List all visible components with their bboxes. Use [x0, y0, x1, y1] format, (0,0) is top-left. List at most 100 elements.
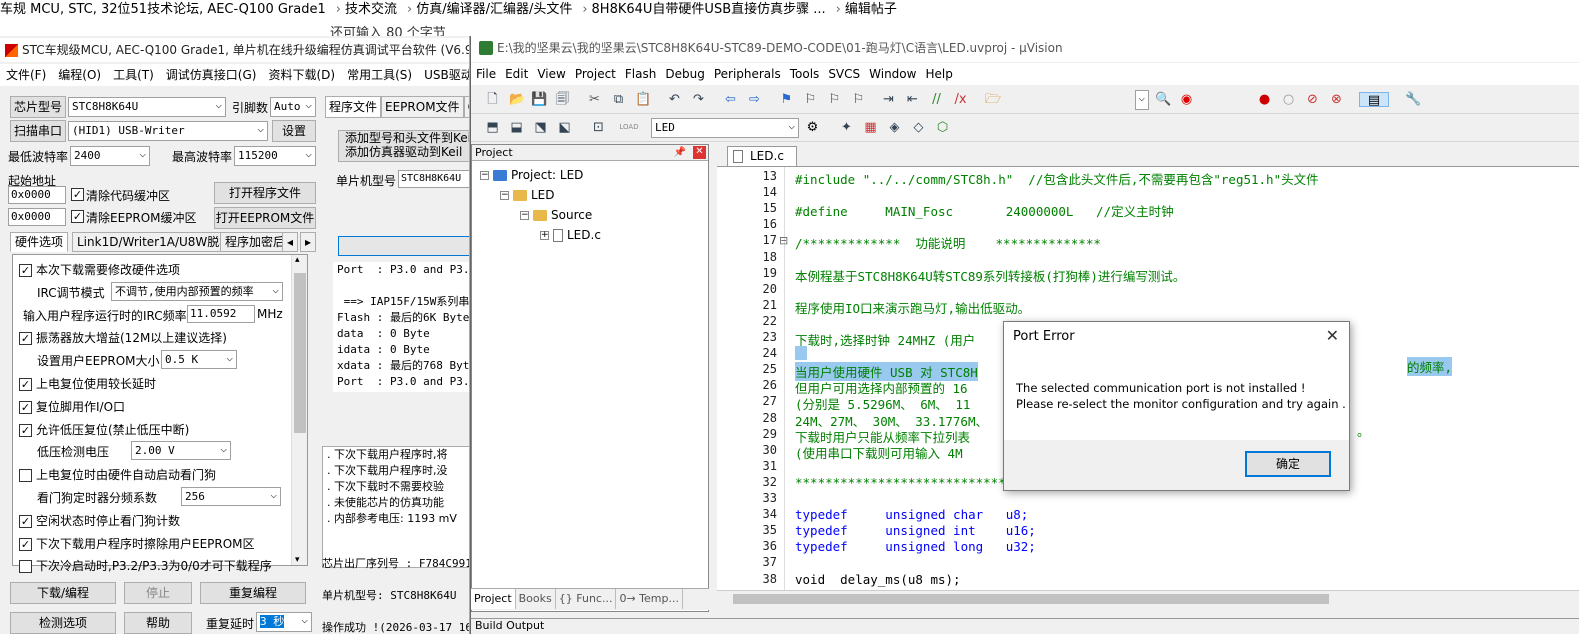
code-start-address-input[interactable]: 0x0000: [8, 186, 66, 204]
hw-option-row[interactable]: ✓ 复位脚用作I/O口: [19, 398, 125, 415]
hw-option-checkbox[interactable]: [19, 560, 32, 574]
target-select[interactable]: LED: [651, 118, 799, 138]
target-options-wand-icon[interactable]: ⚙: [805, 120, 820, 135]
uv-menu-item[interactable]: Edit: [505, 67, 528, 81]
hw-option-row[interactable]: 上电复位时由硬件自动启动看门狗: [19, 466, 216, 483]
hw-option-row[interactable]: 看门狗定时器分频系数 256: [37, 487, 281, 506]
tab-eeprom-file[interactable]: EEPROM文件: [381, 96, 464, 118]
hw-option-checkbox[interactable]: ✓: [19, 332, 32, 346]
hw-option-checkbox[interactable]: ✓: [19, 264, 32, 277]
translate-icon[interactable]: ⬒: [485, 120, 500, 135]
settings-button[interactable]: 设置: [272, 120, 316, 142]
save-all-icon[interactable]: 🗐: [555, 92, 570, 107]
tab-link1d-offline[interactable]: Link1D/Writer1A/U8W脱机: [72, 232, 237, 252]
max-baud-select[interactable]: 115200: [234, 146, 316, 166]
save-icon[interactable]: 💾: [531, 92, 547, 107]
stc-menu-item[interactable]: 文件(F): [6, 68, 46, 82]
download-program-button[interactable]: 下载/编程: [10, 582, 116, 604]
add-to-keil-button[interactable]: 添加型号和头文件到Kei 添加仿真器驱动到Keil: [338, 130, 469, 162]
mcu-model-input[interactable]: STC8H8K64U: [398, 170, 469, 188]
pack-installer-icon[interactable]: ⬡: [935, 120, 950, 135]
hw-option-row[interactable]: ✓ 空闲状态时停止看门狗计数: [19, 512, 180, 529]
nav-forward-icon[interactable]: ⇨: [747, 92, 762, 107]
tab-program-file[interactable]: 程序文件: [325, 96, 382, 118]
paste-icon[interactable]: 📋: [635, 92, 651, 107]
tree-project-root[interactable]: − Project: LED: [480, 167, 583, 183]
tree-group-source[interactable]: − Source: [520, 207, 592, 223]
uv-menu-item[interactable]: Flash: [625, 67, 656, 81]
rebuild-icon[interactable]: ⬔: [533, 120, 548, 135]
hw-option-select[interactable]: 2.00 V: [131, 441, 231, 461]
uncomment-icon[interactable]: /x: [953, 92, 968, 107]
tree-group-led[interactable]: − LED: [500, 187, 555, 203]
breakpoint-disable-all-icon[interactable]: ⊘: [1305, 92, 1320, 107]
fold-collapse-icon[interactable]: ⊟: [779, 234, 788, 247]
scroll-up-icon[interactable]: ▴: [295, 255, 300, 265]
stc-menu-item[interactable]: 资料下载(D): [268, 68, 335, 82]
target-options-icon[interactable]: ✦: [839, 120, 854, 135]
uv-menu-item[interactable]: File: [476, 67, 496, 81]
run-env-icon[interactable]: ◇: [911, 120, 926, 135]
stc-menu-item[interactable]: 常用工具(S): [347, 68, 412, 82]
hw-option-row[interactable]: 设置用户EEPROM大小 0.5 K: [37, 350, 237, 370]
check-options-button[interactable]: 检测选项: [10, 612, 116, 634]
uv-menu-item[interactable]: Debug: [665, 67, 704, 81]
hw-option-checkbox[interactable]: [19, 469, 32, 483]
find-combo-dropdown[interactable]: [1135, 90, 1149, 110]
hw-option-checkbox[interactable]: ✓: [19, 378, 32, 391]
uv-menu-item[interactable]: Peripherals: [714, 67, 781, 81]
uv-menu-item[interactable]: Help: [925, 67, 952, 81]
stc-menu-item[interactable]: USB驱动: [424, 68, 469, 82]
chip-model-label-button[interactable]: 芯片型号: [10, 96, 66, 118]
tab-scroll-left-icon[interactable]: ◂: [282, 232, 299, 252]
uv-menu-item[interactable]: Tools: [790, 67, 820, 81]
breadcrumb-link[interactable]: 仿真/编译器/汇编器/头文件: [416, 2, 572, 17]
find-in-files-icon[interactable]: 🗁: [985, 92, 1001, 107]
editor-scroll-thumb[interactable]: [733, 594, 1329, 604]
dialog-close-icon[interactable]: ✕: [1326, 326, 1339, 345]
hw-option-checkbox[interactable]: ✓: [19, 537, 32, 551]
breakpoint-enable-icon[interactable]: ○: [1281, 92, 1296, 107]
hw-option-row[interactable]: 下次冷启动时,P3.2/P3.3为0/0才可下载程序: [19, 557, 272, 574]
window-layout-icon[interactable]: ▤: [1359, 92, 1389, 108]
cut-icon[interactable]: ✂: [587, 92, 602, 107]
uv-menu-item[interactable]: Project: [575, 67, 616, 81]
hw-option-checkbox[interactable]: ✓: [19, 423, 32, 437]
repeat-delay-select[interactable]: 3 秒: [256, 612, 312, 632]
eeprom-start-address-input[interactable]: 0x0000: [8, 208, 66, 226]
manage-components-icon[interactable]: ▦: [863, 120, 878, 135]
hw-option-row[interactable]: 低压检测电压 2.00 V: [37, 441, 231, 461]
hardware-options-scrollbar[interactable]: ▴ ▾: [291, 255, 307, 565]
irc-frequency-input[interactable]: 11.0592: [187, 304, 255, 323]
tab-program-encrypt[interactable]: 程序加密后: [220, 232, 291, 252]
panel-tab-books[interactable]: Books: [516, 589, 556, 609]
uv-menu-item[interactable]: View: [537, 67, 565, 81]
hw-option-select[interactable]: 256: [181, 487, 281, 506]
hw-option-row[interactable]: ✓ 振荡器放大增益(12M以上建议选择): [19, 329, 227, 346]
hw-option-row[interactable]: ✓ 上电复位使用较长延时: [19, 375, 156, 392]
configure-icon[interactable]: 🔧: [1405, 92, 1421, 107]
stc-menu-item[interactable]: 工具(T): [113, 68, 154, 82]
breadcrumb-link[interactable]: 车规 MCU, STC, 32位51技术论坛, AEC-Q100 Grade1: [0, 2, 326, 17]
help-button[interactable]: 帮助: [124, 612, 192, 634]
clear-eeprom-checkbox[interactable]: ✓: [71, 210, 84, 223]
undo-icon[interactable]: ↶: [667, 92, 682, 107]
copy-icon[interactable]: ⧉: [611, 92, 626, 107]
panel-tab-templates[interactable]: 0→ Temp...: [616, 589, 683, 609]
debug-start-icon[interactable]: ◉: [1179, 92, 1194, 107]
nav-back-icon[interactable]: ⇦: [723, 92, 738, 107]
editor-tab-ledc[interactable]: LED.c: [727, 146, 797, 166]
hw-option-row[interactable]: 输入用户程序运行时的IRC频率 11.0592 MHz: [23, 304, 283, 324]
repeat-program-button[interactable]: 重复编程: [200, 582, 306, 604]
incremental-find-icon[interactable]: 🔍: [1155, 92, 1171, 107]
hw-option-row[interactable]: ✓ 本次下载需要修改硬件选项: [19, 261, 180, 278]
tab-scroll-right-icon[interactable]: ▸: [300, 232, 317, 252]
tab-hardware-options[interactable]: 硬件选项: [10, 232, 69, 252]
scroll-thumb[interactable]: [294, 273, 306, 433]
hw-option-row[interactable]: ✓ 下次下载用户程序时擦除用户EEPROM区: [19, 535, 255, 552]
scan-port-button[interactable]: 扫描串口: [10, 120, 66, 142]
stop-button[interactable]: 停止: [124, 582, 192, 604]
breadcrumb-link[interactable]: 8H8K64U自带硬件USB直接仿真步骤 ...: [592, 2, 826, 17]
stop-build-icon[interactable]: ⊡: [591, 120, 606, 135]
build-icon[interactable]: ⬓: [509, 120, 524, 135]
